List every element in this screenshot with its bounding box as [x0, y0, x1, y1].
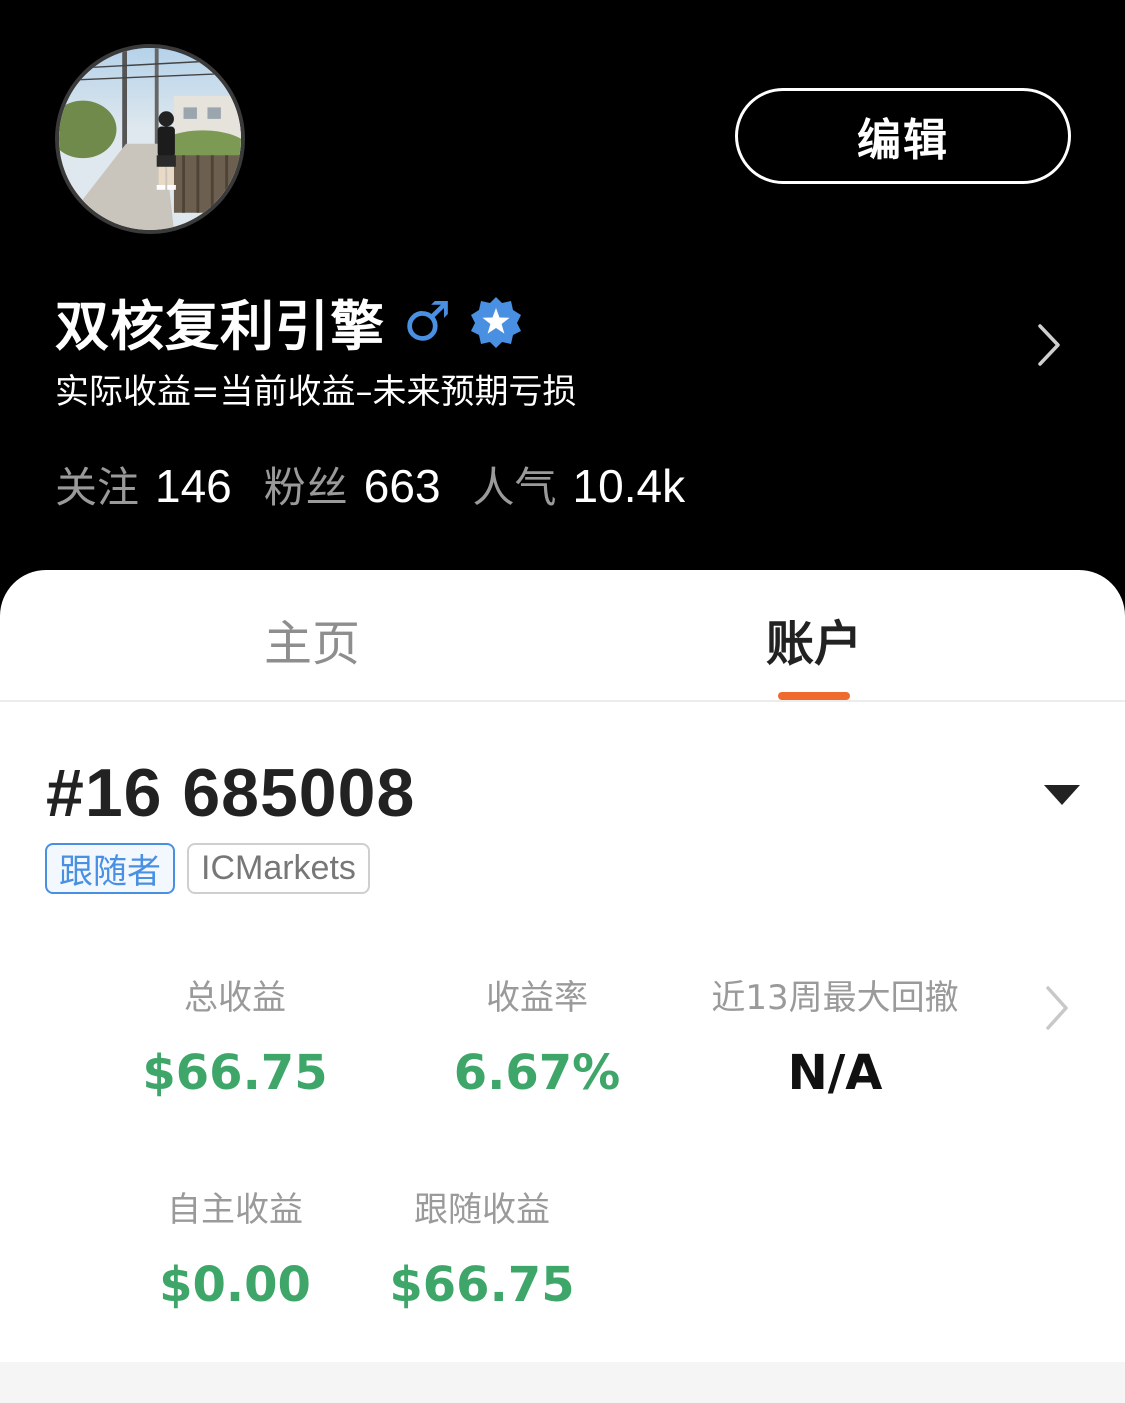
- follower-tag: 跟随者: [45, 843, 175, 894]
- stat-value: 663: [363, 460, 441, 512]
- stat-popularity: 人气 10.4k: [473, 454, 686, 515]
- stat-value: 146: [155, 460, 232, 512]
- male-gender-icon: ♂: [403, 289, 452, 353]
- metric-value: $0.00: [159, 1257, 311, 1313]
- metric-value: N/A: [787, 1045, 883, 1101]
- avatar[interactable]: [55, 44, 245, 234]
- metric-label: 跟随收益: [414, 1190, 550, 1230]
- metric-label: 近13周最大回撤: [711, 978, 959, 1018]
- metric-value: $66.75: [389, 1257, 575, 1313]
- edit-button[interactable]: 编辑: [735, 88, 1071, 184]
- profile-stats: 关注 146 粉丝 663 人气 10.4k: [55, 454, 685, 515]
- stat-label: 关注: [55, 463, 140, 512]
- metric-total-profit: 总收益 $66.75: [120, 970, 350, 1101]
- tab-bar: 主页 账户: [0, 570, 1125, 702]
- active-tab-indicator: [778, 692, 850, 700]
- metric-max-drawdown: 近13周最大回撤 N/A: [705, 970, 965, 1101]
- tab-account[interactable]: 账户: [689, 604, 939, 674]
- account-dropdown-icon[interactable]: [1042, 782, 1082, 808]
- account-tags: 跟随者 ICMarkets: [45, 843, 370, 894]
- stat-following[interactable]: 关注 146: [55, 454, 232, 515]
- account-panel: 主页 账户 #16 685008 跟随者 ICMarkets 总收益 $66.7…: [0, 570, 1125, 1403]
- metric-label: 收益率: [486, 978, 588, 1018]
- metric-self-profit: 自主收益 $0.00: [120, 1182, 350, 1313]
- stat-value: 10.4k: [572, 460, 686, 512]
- verified-badge-icon: [471, 296, 522, 348]
- metric-value: 6.67%: [453, 1045, 621, 1101]
- broker-tag: ICMarkets: [187, 843, 370, 894]
- bio-text: 实际收益=当前收益–未来预期亏损: [55, 372, 577, 412]
- metric-label: 总收益: [184, 978, 286, 1018]
- profile-chevron-right-icon[interactable]: [1030, 320, 1070, 370]
- metric-return-rate: 收益率 6.67%: [427, 970, 647, 1101]
- avatar-photo: [59, 48, 241, 230]
- metric-follow-profit: 跟随收益 $66.75: [382, 1182, 582, 1313]
- account-number: #16 685008: [46, 755, 416, 831]
- section-divider: [0, 1362, 1125, 1403]
- profile-page: 编辑 双核复利引擎 ♂ 实际收益=当前收益–未来预期亏损 关注 146 粉丝 6…: [0, 0, 1125, 1403]
- stat-followers[interactable]: 粉丝 663: [264, 454, 441, 515]
- username: 双核复利引擎: [55, 295, 385, 358]
- user-name-row: 双核复利引擎 ♂: [55, 282, 523, 361]
- metrics-chevron-right-icon[interactable]: [1040, 982, 1076, 1034]
- stat-label: 人气: [472, 463, 557, 512]
- metric-label: 自主收益: [167, 1190, 303, 1230]
- stat-label: 粉丝: [263, 463, 348, 512]
- tab-home[interactable]: 主页: [187, 604, 437, 674]
- metric-value: $66.75: [142, 1045, 328, 1101]
